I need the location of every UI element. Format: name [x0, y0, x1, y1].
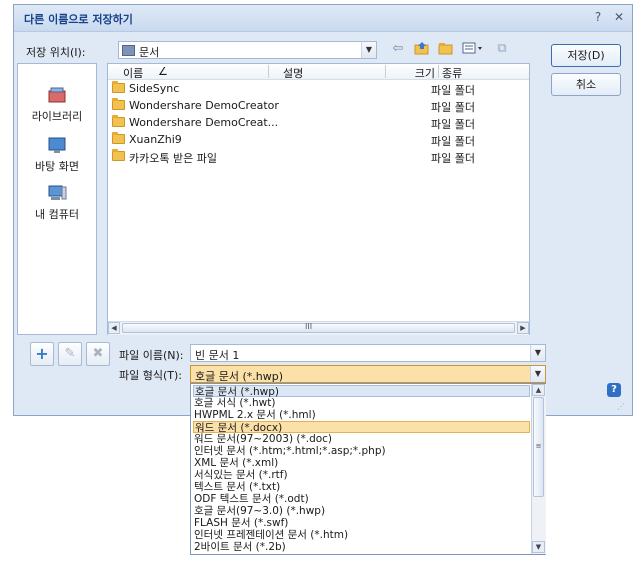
filetype-option[interactable]: 텍스트 문서 (*.txt)	[193, 481, 530, 493]
folder-icon	[112, 149, 125, 161]
filename-combo[interactable]: 빈 문서 1 ▼	[190, 344, 546, 362]
folder-icon	[112, 132, 125, 144]
help-icon[interactable]: ?	[607, 383, 621, 397]
up-folder-icon[interactable]	[413, 41, 431, 57]
filetype-option[interactable]: HWPML 2.x 문서 (*.hml)	[193, 409, 530, 421]
filename-label: 파일 이름(N):	[119, 349, 184, 362]
place-label: 내 컴퓨터	[35, 208, 79, 221]
scroll-down-icon[interactable]: ▼	[532, 541, 545, 553]
filetype-option[interactable]: 2바이트 문서 (*.2b)	[193, 541, 530, 553]
save-button[interactable]: 저장(D)	[551, 44, 621, 67]
filename-input[interactable]: 빈 문서 1	[195, 347, 239, 363]
scroll-left-icon[interactable]: ◀	[108, 322, 120, 334]
place-label: 바탕 화면	[35, 160, 79, 173]
new-folder-icon[interactable]	[437, 41, 455, 57]
filetype-option[interactable]: 서식있는 문서 (*.rtf)	[193, 469, 530, 481]
scroll-up-icon[interactable]: ▲	[532, 384, 545, 396]
column-header: 이름 ∠ 설명 크기 종류	[108, 64, 529, 80]
filetype-option[interactable]: 호글 문서 (*.hwp)	[193, 385, 530, 398]
filetype-option[interactable]: 인터넷 문서 (*.htm;*.html;*.asp;*.php)	[193, 445, 530, 457]
file-list: 이름 ∠ 설명 크기 종류 SideSync 파일 폴더 Wondershare…	[107, 63, 530, 335]
library-icon	[47, 86, 67, 104]
filetype-combo[interactable]: 호글 문서 (*.hwp) ▼	[190, 365, 546, 383]
column-size[interactable]: 크기	[386, 65, 439, 80]
filetype-option[interactable]: ODF 텍스트 문서 (*.odt)	[193, 493, 530, 505]
filetype-option[interactable]: XML 문서 (*.xml)	[193, 457, 530, 469]
resize-grip-icon[interactable]: ⋰	[617, 402, 627, 412]
title-bar: 다른 이름으로 저장하기 ? ✕	[14, 5, 632, 32]
dialog-title: 다른 이름으로 저장하기	[24, 13, 133, 26]
cancel-button[interactable]: 취소	[551, 73, 621, 96]
filetype-option[interactable]: 호글 문서(97~3.0) (*.hwp)	[193, 505, 530, 517]
file-row[interactable]: Wondershare DemoCreat... 파일 폴더	[110, 114, 530, 131]
filetype-dropdown[interactable]: 호글 문서 (*.hwp) 호글 서식 (*.hwt) HWPML 2.x 문서…	[190, 383, 546, 555]
desktop-icon	[47, 136, 67, 154]
vertical-scrollbar[interactable]: ▲ ≡ ▼	[531, 384, 546, 554]
folder-icon	[112, 81, 125, 93]
file-row[interactable]: 카카오톡 받은 파일 파일 폴더	[110, 148, 530, 165]
file-row[interactable]: XuanZhi9 파일 폴더	[110, 131, 530, 148]
horizontal-scrollbar[interactable]: ◀ III ▶	[108, 321, 529, 335]
filetype-option[interactable]: 호글 서식 (*.hwt)	[193, 397, 530, 409]
chevron-down-icon[interactable]: ▼	[530, 366, 545, 382]
filetype-label: 파일 형식(T):	[119, 369, 182, 382]
column-name[interactable]: 이름 ∠	[108, 65, 269, 80]
computer-icon	[47, 184, 67, 202]
place-computer[interactable]: 내 컴퓨터	[18, 184, 96, 222]
place-library[interactable]: 라이브러리	[18, 86, 96, 124]
filetype-option-highlighted[interactable]: 워드 문서 (*.docx)	[193, 421, 530, 434]
scroll-thumb[interactable]: III	[122, 322, 515, 333]
help-title-button[interactable]: ?	[589, 9, 607, 25]
folder-icon	[112, 115, 125, 127]
folder-icon	[112, 98, 125, 110]
location-label: 저장 위치(I):	[26, 46, 86, 59]
filetype-option[interactable]: 워드 문서(97~2003) (*.doc)	[193, 433, 530, 445]
place-desktop[interactable]: 바탕 화면	[18, 136, 96, 174]
add-icon[interactable]: +	[30, 342, 54, 366]
filetype-option[interactable]: 인터넷 프레젠테이션 문서 (*.htm)	[193, 529, 530, 541]
scroll-right-icon[interactable]: ▶	[517, 322, 529, 334]
scroll-thumb[interactable]: ≡	[533, 397, 544, 497]
file-row[interactable]: SideSync 파일 폴더	[110, 80, 530, 97]
column-type[interactable]: 종류	[439, 65, 529, 80]
view-menu-icon[interactable]	[461, 41, 485, 57]
documents-icon	[122, 45, 135, 56]
chevron-down-icon[interactable]: ▼	[530, 345, 545, 361]
sort-icon: ∠	[158, 65, 168, 78]
file-row[interactable]: Wondershare DemoCreator 파일 폴더	[110, 97, 530, 114]
place-label: 라이브러리	[31, 110, 83, 123]
filetype-value: 호글 문서 (*.hwp)	[195, 370, 284, 383]
back-icon[interactable]: ⇦	[389, 41, 407, 57]
location-value: 문서	[139, 46, 160, 59]
places-bar: 라이브러리 바탕 화면 내 컴퓨터	[17, 63, 97, 335]
chevron-down-icon[interactable]: ▼	[361, 42, 376, 58]
close-button[interactable]: ✕	[610, 9, 628, 25]
delete-icon[interactable]: ✖	[86, 342, 110, 366]
column-description[interactable]: 설명	[269, 65, 386, 80]
edit-icon[interactable]: ✎	[58, 342, 82, 366]
location-combo[interactable]: 문서 ▼	[118, 41, 377, 59]
filetype-option[interactable]: FLASH 문서 (*.swf)	[193, 517, 530, 529]
copy-icon[interactable]: ⧉	[493, 41, 511, 57]
